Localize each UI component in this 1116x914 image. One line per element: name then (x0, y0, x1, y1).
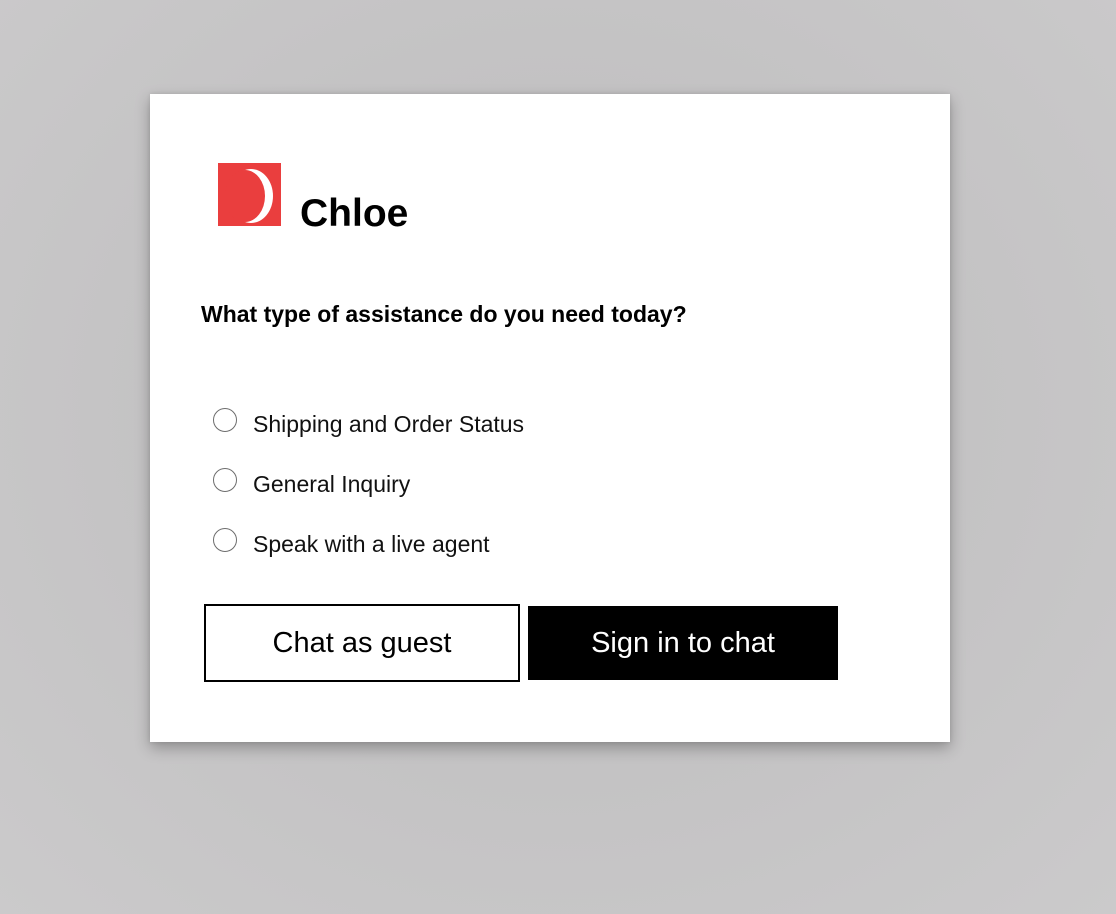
option-label: General Inquiry (253, 470, 411, 497)
sign-in-to-chat-button[interactable]: Sign in to chat (528, 606, 838, 680)
assistance-options: Shipping and Order Status General Inquir… (213, 394, 524, 574)
chat-assistant-dialog: Chloe What type of assistance do you nee… (150, 94, 950, 742)
chat-as-guest-button[interactable]: Chat as guest (204, 604, 520, 682)
assistant-name: Chloe (300, 192, 409, 235)
assistance-question: What type of assistance do you need toda… (201, 301, 687, 327)
radio-button[interactable] (213, 528, 237, 552)
radio-button[interactable] (213, 408, 237, 432)
option-shipping-order-status[interactable]: Shipping and Order Status (213, 394, 524, 454)
radio-button[interactable] (213, 468, 237, 492)
brand-header: Chloe (218, 162, 408, 233)
option-label: Speak with a live agent (253, 530, 490, 557)
option-label: Shipping and Order Status (253, 410, 525, 437)
option-general-inquiry[interactable]: General Inquiry (213, 454, 524, 514)
option-live-agent[interactable]: Speak with a live agent (213, 514, 524, 574)
overstock-o-logo-icon (218, 163, 281, 226)
